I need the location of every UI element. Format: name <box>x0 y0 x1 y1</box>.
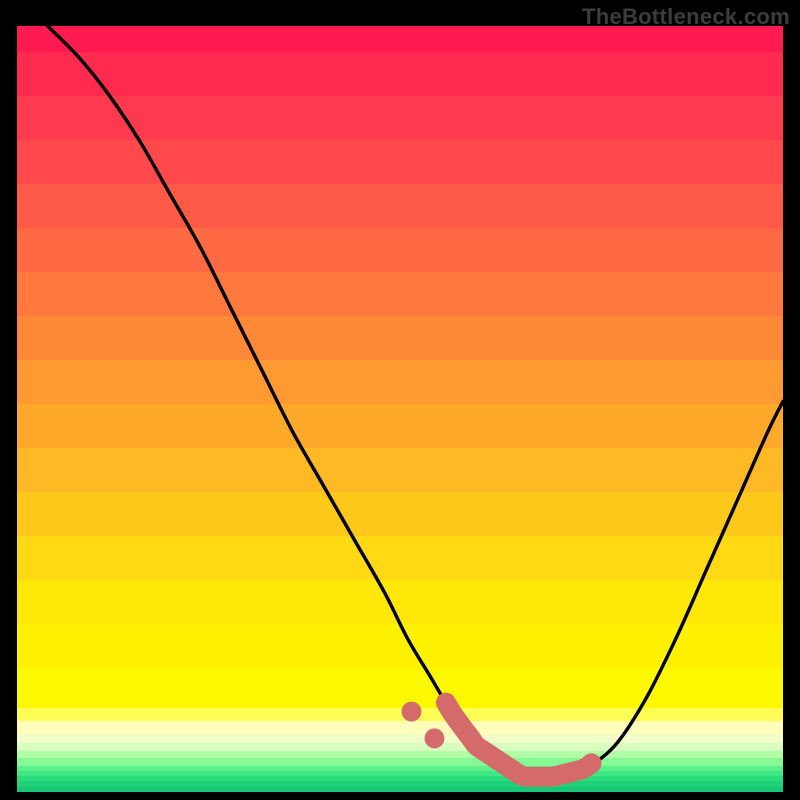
curve-layer <box>17 26 783 792</box>
optimal-range-highlight <box>446 703 592 777</box>
bottleneck-curve <box>48 26 783 778</box>
highlight-dot <box>402 702 422 722</box>
plot-area <box>17 26 783 792</box>
highlight-dot <box>425 728 445 748</box>
chart-stage: TheBottleneck.com <box>0 0 800 800</box>
